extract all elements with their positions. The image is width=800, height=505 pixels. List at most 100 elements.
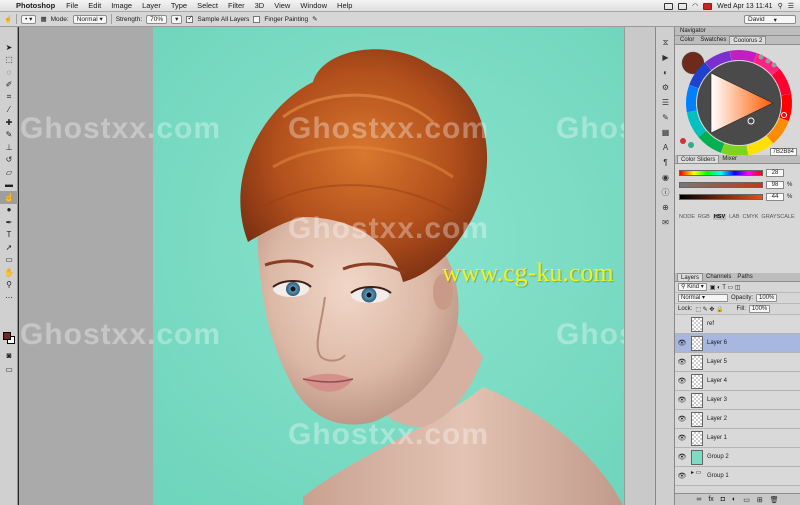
clone-source-icon[interactable]: ⊕ (656, 200, 675, 215)
menu-file[interactable]: File (66, 1, 78, 10)
pressure-icon[interactable]: ✎ (312, 15, 317, 23)
blend-mode-select[interactable]: Normal ▾ (678, 294, 728, 302)
color-wheel[interactable] (675, 45, 800, 156)
menu-3d[interactable]: 3D (255, 1, 265, 10)
adjustment-layer-icon[interactable]: ◐ (732, 496, 736, 503)
fill-field[interactable]: 100% (748, 305, 771, 313)
mode-hsv[interactable]: HSV (712, 214, 727, 220)
screen-icon[interactable] (664, 2, 674, 10)
menu-layer[interactable]: Layer (142, 1, 161, 10)
eyedropper-tool-icon[interactable]: ⁄ (0, 104, 18, 117)
list-icon[interactable]: ☰ (788, 2, 794, 10)
layer-row[interactable]: 👁 Layer 6 (675, 334, 800, 353)
strength-dropdown[interactable]: ▾ (171, 14, 183, 24)
workspace-select[interactable]: David ▾ (744, 15, 796, 24)
clone-stamp-tool-icon[interactable]: ⊥ (0, 141, 18, 154)
mode-grayscale[interactable]: GRAYSCALE (761, 214, 794, 220)
smudge-tool-icon[interactable]: ☝ (0, 191, 18, 204)
menu-image[interactable]: Image (111, 1, 132, 10)
screen-mode-icon[interactable]: ▭ (0, 363, 18, 376)
saturation-slider[interactable] (679, 181, 763, 188)
visibility-eye-icon[interactable]: 👁 (675, 472, 689, 480)
sample-all-layers-checkbox[interactable] (186, 14, 194, 23)
hand-tool-icon[interactable]: ✋ (0, 266, 18, 279)
paths-icon[interactable]: ◉ (656, 170, 675, 185)
type-tool-icon[interactable]: T (0, 229, 18, 242)
painting-canvas[interactable]: www.cg-ku.com (153, 27, 643, 505)
layer-style-icon[interactable]: fx (708, 496, 713, 503)
play-actions-icon[interactable]: ▶ (656, 50, 675, 65)
hex-value[interactable]: 7B2B84 (769, 148, 797, 156)
mode-select[interactable]: Normal ▾ (72, 14, 107, 24)
layer-row[interactable]: 👁 Layer 3 (675, 391, 800, 410)
paragraph-icon[interactable]: ¶ (656, 155, 675, 170)
menu-filter[interactable]: Filter (228, 1, 245, 10)
visibility-eye-icon[interactable]: 👁 (675, 453, 689, 461)
tab-color[interactable]: Color (677, 36, 697, 44)
history-icon[interactable]: ⧖ (656, 35, 675, 50)
canvas-workspace[interactable]: www.cg-ku.com (19, 27, 655, 505)
add-mask-icon[interactable]: ◘ (721, 496, 725, 503)
layer-row[interactable]: 👁 Layer 4 (675, 372, 800, 391)
smudge-tool-icon[interactable]: ☝ (4, 15, 12, 23)
mode-node[interactable]: NODE (679, 214, 695, 220)
tab-channels[interactable]: Channels (703, 273, 734, 281)
healing-brush-tool-icon[interactable]: ✚ (0, 116, 18, 129)
move-tool-icon[interactable]: ➤ (0, 41, 18, 54)
tab-navigator[interactable]: Navigator (677, 27, 709, 35)
path-select-tool-icon[interactable]: ➚ (0, 241, 18, 254)
brush-tool-icon[interactable]: ✎ (0, 129, 18, 142)
styles-icon[interactable]: ▦ (656, 125, 675, 140)
brush-panel-icon[interactable]: ✎ (656, 110, 675, 125)
layer-row[interactable]: 👁 Layer 2 (675, 410, 800, 429)
brightness-value[interactable]: 44 (766, 192, 784, 201)
strength-field[interactable]: 70% (146, 14, 168, 24)
layer-row[interactable]: ref (675, 315, 800, 334)
properties-icon[interactable]: ☰ (656, 95, 675, 110)
menu-help[interactable]: Help (337, 1, 352, 10)
visibility-eye-icon[interactable]: 👁 (675, 415, 689, 423)
layer-row[interactable]: 👁 Group 2 (675, 448, 800, 467)
gradient-tool-icon[interactable]: ▬ (0, 179, 18, 192)
character-icon[interactable]: A (656, 140, 675, 155)
visibility-eye-icon[interactable]: 👁 (675, 434, 689, 442)
layer-row[interactable]: 👁 Layer 5 (675, 353, 800, 372)
visibility-eye-icon[interactable]: 👁 (675, 396, 689, 404)
tool-presets-icon[interactable]: ⚙ (656, 80, 675, 95)
quick-select-tool-icon[interactable]: ✐ (0, 79, 18, 92)
extra-tools-icon[interactable]: ⋯ (0, 291, 18, 304)
opacity-field[interactable]: 100% (756, 294, 778, 302)
filter-icons[interactable]: ▣ ◐ T ▭ ◫ (710, 284, 741, 291)
marquee-tool-icon[interactable]: ⬚ (0, 54, 18, 67)
tab-swatches[interactable]: Swatches (697, 36, 729, 44)
tab-coolorus[interactable]: Coolorus 2 (729, 36, 767, 44)
tab-layers[interactable]: Layers (677, 273, 704, 281)
lasso-tool-icon[interactable]: ◌ (0, 66, 18, 79)
saturation-value[interactable]: 98 (766, 180, 784, 189)
brush-preset-picker[interactable]: • ▾ (21, 14, 37, 24)
link-layers-icon[interactable]: ∞ (696, 496, 701, 503)
dodge-tool-icon[interactable]: ● (0, 204, 18, 217)
new-layer-icon[interactable]: ⊞ (757, 496, 763, 504)
crop-tool-icon[interactable]: ⌗ (0, 91, 18, 104)
info-icon[interactable]: ⓘ (656, 185, 675, 200)
quick-mask-icon[interactable]: ◙ (0, 349, 18, 362)
pen-tool-icon[interactable]: ✒ (0, 216, 18, 229)
notification-icon[interactable] (703, 2, 713, 10)
search-icon[interactable]: ⚲ (778, 2, 783, 10)
menu-window[interactable]: Window (300, 1, 327, 10)
menu-edit[interactable]: Edit (88, 1, 101, 10)
lock-icons[interactable]: ⬚ ✎ ✥ 🔒 (695, 306, 723, 313)
finger-painting-checkbox[interactable] (253, 15, 261, 23)
delete-layer-icon[interactable]: 🗑 (770, 496, 779, 504)
visibility-eye-icon[interactable]: 👁 (675, 358, 689, 366)
mode-rgb[interactable]: RGB (698, 214, 710, 220)
zoom-tool-icon[interactable]: ⚲ (0, 279, 18, 292)
hue-slider[interactable] (679, 169, 763, 176)
hue-value[interactable]: 28 (766, 168, 784, 177)
menu-view[interactable]: View (274, 1, 290, 10)
visibility-eye-icon[interactable]: 👁 (675, 339, 689, 347)
foreground-color-swatch[interactable] (3, 332, 11, 340)
menu-select[interactable]: Select (197, 1, 218, 10)
new-group-icon[interactable]: ▭ (743, 496, 750, 504)
